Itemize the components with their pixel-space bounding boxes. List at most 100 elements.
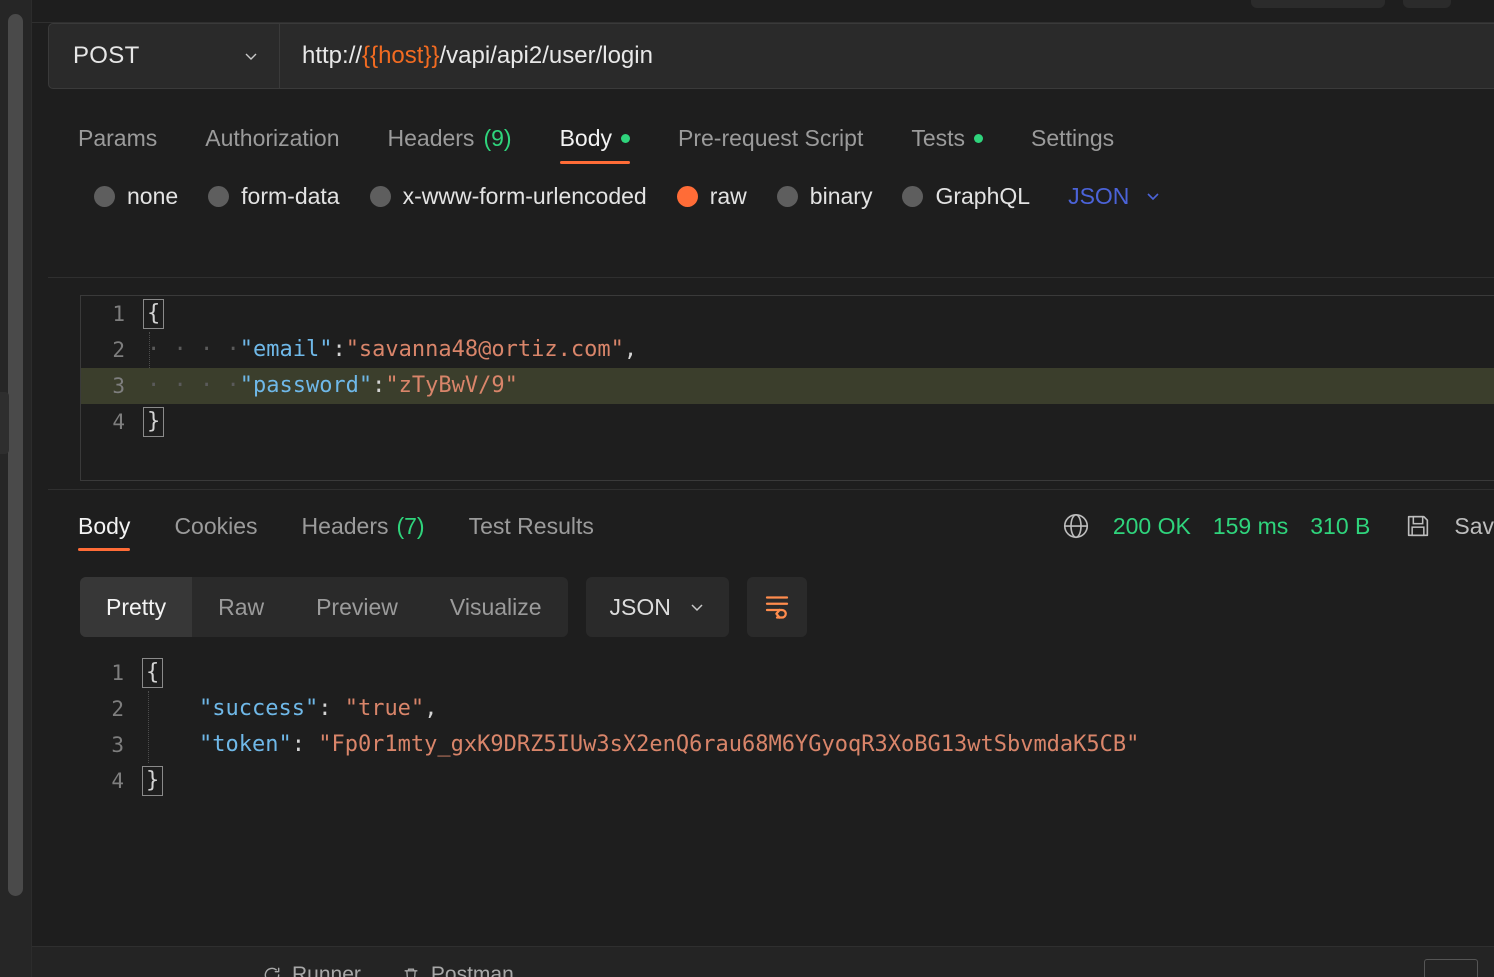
json-key: "success" xyxy=(198,696,319,721)
response-code: 1 { 2 "success": "true", 3 "token": "Fp0… xyxy=(80,655,1494,799)
radio-icon xyxy=(208,185,230,207)
statusbar-layout-toggle[interactable] xyxy=(1424,959,1478,977)
radio-label: raw xyxy=(709,182,747,209)
code-line: 3 "token": "Fp0r1mty_gxK9DRZ5IUw3sX2enQ6… xyxy=(80,727,1494,763)
word-wrap-icon xyxy=(762,590,792,625)
radio-graphql[interactable]: GraphQL xyxy=(902,183,1030,210)
tab-label: Cookies xyxy=(174,512,258,539)
top-chrome xyxy=(32,0,1494,22)
response-tab-headers[interactable]: Headers (7) xyxy=(280,497,447,555)
radio-icon xyxy=(902,185,924,207)
code-line: 1 { xyxy=(80,655,1494,691)
tab-label: Tests xyxy=(911,124,966,151)
http-method-select[interactable]: POST xyxy=(49,24,280,88)
url-suffix: /vapi/api2/user/login xyxy=(439,42,653,69)
radio-x-www-form-urlencoded[interactable]: x-www-form-urlencoded xyxy=(369,183,647,210)
tab-tests[interactable]: Tests xyxy=(887,112,1007,164)
json-value: "true" xyxy=(344,696,425,721)
body-language-label: JSON xyxy=(1068,182,1130,209)
statusbar-label: Postman xyxy=(430,963,514,977)
url-bar: POST http://{{host}}/vapi/api2/user/logi… xyxy=(48,23,1494,89)
response-size: 310 B xyxy=(1310,512,1371,539)
radio-label: form-data xyxy=(241,182,340,209)
code-text: } xyxy=(143,404,165,440)
globe-icon[interactable] xyxy=(1061,511,1091,541)
response-tab-test-results[interactable]: Test Results xyxy=(447,497,616,555)
statusbar-item-runner[interactable]: Runner xyxy=(262,963,361,977)
radio-raw[interactable]: raw xyxy=(676,182,747,210)
tab-label: Authorization xyxy=(205,124,340,151)
code-text: · · · ·"password":"zTyBwV/9" xyxy=(147,368,518,404)
view-mode-visualize[interactable]: Visualize xyxy=(424,577,568,637)
request-response-pane: POST http://{{host}}/vapi/api2/user/logi… xyxy=(31,0,1494,977)
tab-body[interactable]: Body xyxy=(536,112,654,164)
url-input[interactable]: http://{{host}}/vapi/api2/user/login xyxy=(280,24,1494,88)
tab-params[interactable]: Params xyxy=(48,112,181,164)
response-divider xyxy=(48,489,1494,490)
runner-icon xyxy=(262,965,282,977)
response-body-editor[interactable]: 1 { 2 "success": "true", 3 "token": "Fp0… xyxy=(80,655,1494,815)
radio-icon xyxy=(94,185,115,207)
brace-open: { xyxy=(143,299,165,329)
code-line-active: 3 · · · ·"password":"zTyBwV/9" xyxy=(81,368,1494,404)
word-wrap-button[interactable] xyxy=(746,577,807,637)
chrome-button-save[interactable] xyxy=(1251,0,1385,8)
radio-label: none xyxy=(127,182,179,209)
chevron-down-icon xyxy=(1145,188,1161,204)
response-tab-body[interactable]: Body xyxy=(48,497,152,555)
line-number: 2 xyxy=(111,697,124,721)
view-mode-preview[interactable]: Preview xyxy=(290,577,424,637)
statusbar-item-postman[interactable]: Postman xyxy=(401,963,514,977)
tab-label: Test Results xyxy=(468,512,594,539)
json-colon: : xyxy=(332,337,346,362)
tab-pre-request-script[interactable]: Pre-request Script xyxy=(654,112,887,164)
vertical-scrollbar[interactable] xyxy=(8,14,23,896)
tab-label: Params xyxy=(78,124,158,151)
json-colon: : xyxy=(318,696,345,721)
code-text: · · · ·"email":"savanna48@ortiz.com", xyxy=(147,332,637,368)
view-mode-raw[interactable]: Raw xyxy=(192,577,290,637)
radio-none[interactable]: none xyxy=(94,183,178,210)
chevron-down-icon xyxy=(689,599,705,615)
body-type-radio-group: none form-data x-www-form-urlencoded raw… xyxy=(48,168,1494,224)
tab-label: Body xyxy=(559,124,612,151)
code-line: 2 "success": "true", xyxy=(80,691,1494,727)
body-indicator-dot-icon xyxy=(621,133,630,143)
body-language-select[interactable]: JSON xyxy=(1068,183,1161,210)
line-number: 3 xyxy=(112,374,125,398)
view-mode-pretty[interactable]: Pretty xyxy=(80,577,193,637)
tab-label: Pre-request Script xyxy=(678,124,864,151)
save-icon[interactable] xyxy=(1404,512,1432,540)
response-format-label: JSON xyxy=(609,593,671,620)
code-text: { xyxy=(142,655,164,691)
chrome-button-more[interactable] xyxy=(1403,0,1451,8)
json-key: "token" xyxy=(198,732,292,757)
chevron-down-icon xyxy=(243,48,259,64)
tab-settings[interactable]: Settings xyxy=(1007,112,1138,164)
save-response-label[interactable]: Sav xyxy=(1454,513,1494,540)
sidebar-collapse-handle[interactable] xyxy=(0,392,9,454)
view-mode-label: Raw xyxy=(218,593,265,620)
code-text: } xyxy=(142,763,164,799)
json-key: "password" xyxy=(239,373,373,398)
view-mode-label: Preview xyxy=(316,593,398,620)
response-view-modes: Pretty Raw Preview Visualize xyxy=(80,577,568,637)
request-body-editor[interactable]: 1 { 2 · · · ·"email":"savanna48@ortiz.co… xyxy=(80,295,1494,481)
radio-binary[interactable]: binary xyxy=(776,183,872,210)
json-colon: : xyxy=(372,373,386,398)
tab-authorization[interactable]: Authorization xyxy=(181,112,363,164)
response-meta: 200 OK 159 ms 310 B Sav xyxy=(1061,497,1494,555)
radio-form-data[interactable]: form-data xyxy=(208,182,340,210)
json-comma: , xyxy=(424,696,438,721)
line-number: 1 xyxy=(112,302,125,326)
line-number: 4 xyxy=(112,410,125,434)
response-format-select[interactable]: JSON xyxy=(585,577,729,637)
tab-headers[interactable]: Headers (9) xyxy=(364,112,536,164)
brace-close: } xyxy=(143,407,165,437)
left-rail xyxy=(0,0,31,977)
line-number: 4 xyxy=(111,769,124,793)
response-tab-cookies[interactable]: Cookies xyxy=(152,497,279,555)
code-line: 2 · · · ·"email":"savanna48@ortiz.com", xyxy=(81,332,1494,368)
url-prefix: http:// xyxy=(302,42,363,69)
tab-label: Settings xyxy=(1031,124,1115,151)
